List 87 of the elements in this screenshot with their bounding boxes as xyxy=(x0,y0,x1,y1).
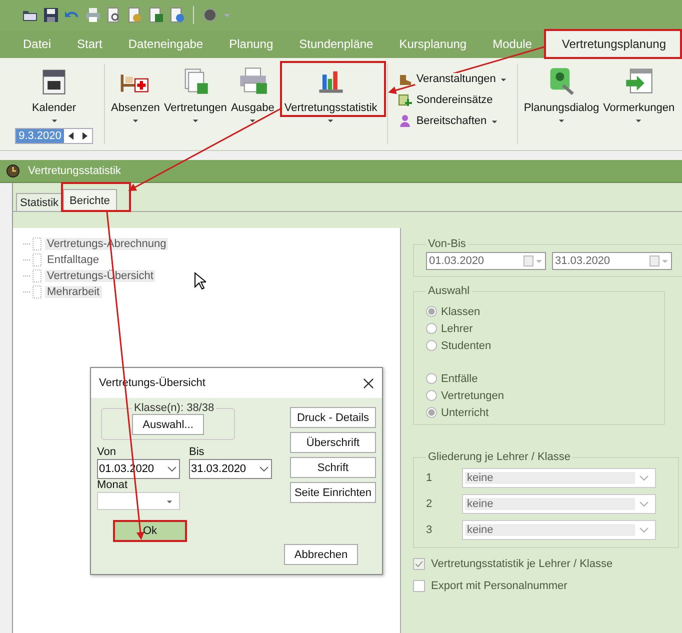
printer-icon[interactable] xyxy=(85,7,101,23)
group-title: Klasse(n): 38/38 xyxy=(133,402,216,414)
ribbon-button[interactable]: Vertretungsstatistik xyxy=(282,96,380,114)
clock-icon xyxy=(6,164,20,178)
calendar-icon xyxy=(523,255,543,267)
chevron-down-icon xyxy=(639,475,649,481)
calendar-button[interactable]: Kalender xyxy=(30,96,78,114)
caret-icon xyxy=(192,117,199,124)
ribbon-button[interactable]: Absenzen xyxy=(109,96,162,114)
ribbon-small-button[interactable]: Sondereinsätze xyxy=(415,94,494,106)
previous-icon[interactable] xyxy=(66,131,76,141)
save-icon[interactable] xyxy=(43,7,59,23)
radio-button[interactable] xyxy=(426,407,437,418)
dialog-button[interactable]: Überschrift xyxy=(290,432,376,453)
row-number: 1 xyxy=(426,472,434,484)
group-title: Auswahl xyxy=(427,285,471,297)
radio-button[interactable] xyxy=(426,306,437,317)
ribbon-tab[interactable]: Vertretungsplanung xyxy=(546,30,682,58)
caret-icon xyxy=(132,117,139,124)
caret-icon xyxy=(249,117,256,124)
chevron-down-icon xyxy=(639,501,649,507)
row-number: 3 xyxy=(426,524,434,536)
date-picker[interactable]: 01.03.2020 xyxy=(426,252,546,270)
tab[interactable]: Statistik xyxy=(16,193,63,211)
ribbon-button[interactable]: Planungsdialog xyxy=(522,96,602,114)
highlight-box xyxy=(61,182,131,212)
dropdown[interactable]: keine xyxy=(462,520,656,540)
ribbon-small-button[interactable]: Veranstaltungen xyxy=(415,73,497,85)
printer-person-icon xyxy=(238,66,268,96)
date-value: 9.3.2020 xyxy=(16,129,64,143)
radio-label: Entfälle xyxy=(441,372,478,384)
spreadsheet-icon[interactable] xyxy=(148,7,164,23)
radio-button[interactable] xyxy=(426,390,437,401)
grid-plus-icon xyxy=(398,93,412,107)
select-button[interactable]: Auswahl... xyxy=(132,414,204,435)
ribbon-button[interactable]: Ausgabe xyxy=(228,96,276,114)
circle-icon[interactable] xyxy=(202,7,218,23)
tab[interactable]: Berichte xyxy=(62,189,117,211)
ok-button[interactable]: Ok xyxy=(113,520,187,542)
cancel-button[interactable]: Abbrechen xyxy=(284,544,358,565)
calendar-icon xyxy=(649,255,669,267)
radio-label: Klassen xyxy=(441,306,480,318)
boot-icon xyxy=(398,72,412,86)
ribbon-button[interactable]: Vormerkungen xyxy=(601,96,677,114)
mouse-cursor-icon xyxy=(194,272,206,290)
date-dropdown[interactable]: 31.03.2020 xyxy=(189,459,272,479)
calendar-arrow-icon xyxy=(624,66,654,96)
radio-button[interactable] xyxy=(426,323,437,334)
caret-icon xyxy=(558,117,565,124)
ribbon-button[interactable]: Vertretungen xyxy=(162,96,229,114)
caret-icon xyxy=(635,117,642,124)
dropdown[interactable]: keine xyxy=(462,468,656,488)
group-title: Von-Bis xyxy=(427,238,467,250)
month-dropdown[interactable] xyxy=(97,492,180,510)
field-label: Von xyxy=(97,446,117,459)
group-title: Gliederung je Lehrer / Klasse xyxy=(427,451,572,463)
checkbox-label: Vertretungsstatistik je Lehrer / Klasse xyxy=(431,558,613,570)
chevron-down-icon xyxy=(167,466,177,472)
checkbox[interactable] xyxy=(413,558,425,570)
tree-item[interactable]: Entfalltage xyxy=(45,254,101,266)
field-label: Monat xyxy=(97,479,129,492)
date-picker[interactable]: 31.03.2020 xyxy=(552,252,672,270)
close-icon[interactable] xyxy=(363,378,374,388)
radio-button[interactable] xyxy=(426,373,437,384)
chevron-down-icon xyxy=(259,466,269,472)
dialog-button[interactable]: Schrift xyxy=(290,457,376,478)
dialog-button[interactable]: Druck - Details xyxy=(290,407,376,428)
caret-icon xyxy=(50,117,58,124)
dropdown[interactable]: keine xyxy=(462,494,656,514)
dialog-button[interactable]: Seite Einrichten xyxy=(290,482,376,503)
tree-item[interactable]: Mehrarbeit xyxy=(45,286,102,298)
document-globe-icon[interactable] xyxy=(169,7,185,23)
chevron-down-icon xyxy=(639,527,649,533)
checkbox[interactable] xyxy=(413,580,425,592)
window-title: Vertretungsstatistik xyxy=(28,165,121,177)
radio-label: Lehrer xyxy=(441,322,473,334)
checkbox-label: Export mit Personalnummer xyxy=(431,580,568,592)
radio-button[interactable] xyxy=(426,340,437,351)
caret-icon xyxy=(166,498,173,504)
row-number: 2 xyxy=(426,498,434,510)
person-icon xyxy=(398,114,412,128)
radio-label: Vertretungen xyxy=(441,390,504,402)
ribbon-small-button[interactable]: Bereitschaften xyxy=(415,115,488,127)
field-label: Bis xyxy=(189,446,206,459)
caret-icon xyxy=(327,117,334,124)
radio-label: Studenten xyxy=(441,340,492,352)
radio-label: Unterricht xyxy=(441,406,489,418)
